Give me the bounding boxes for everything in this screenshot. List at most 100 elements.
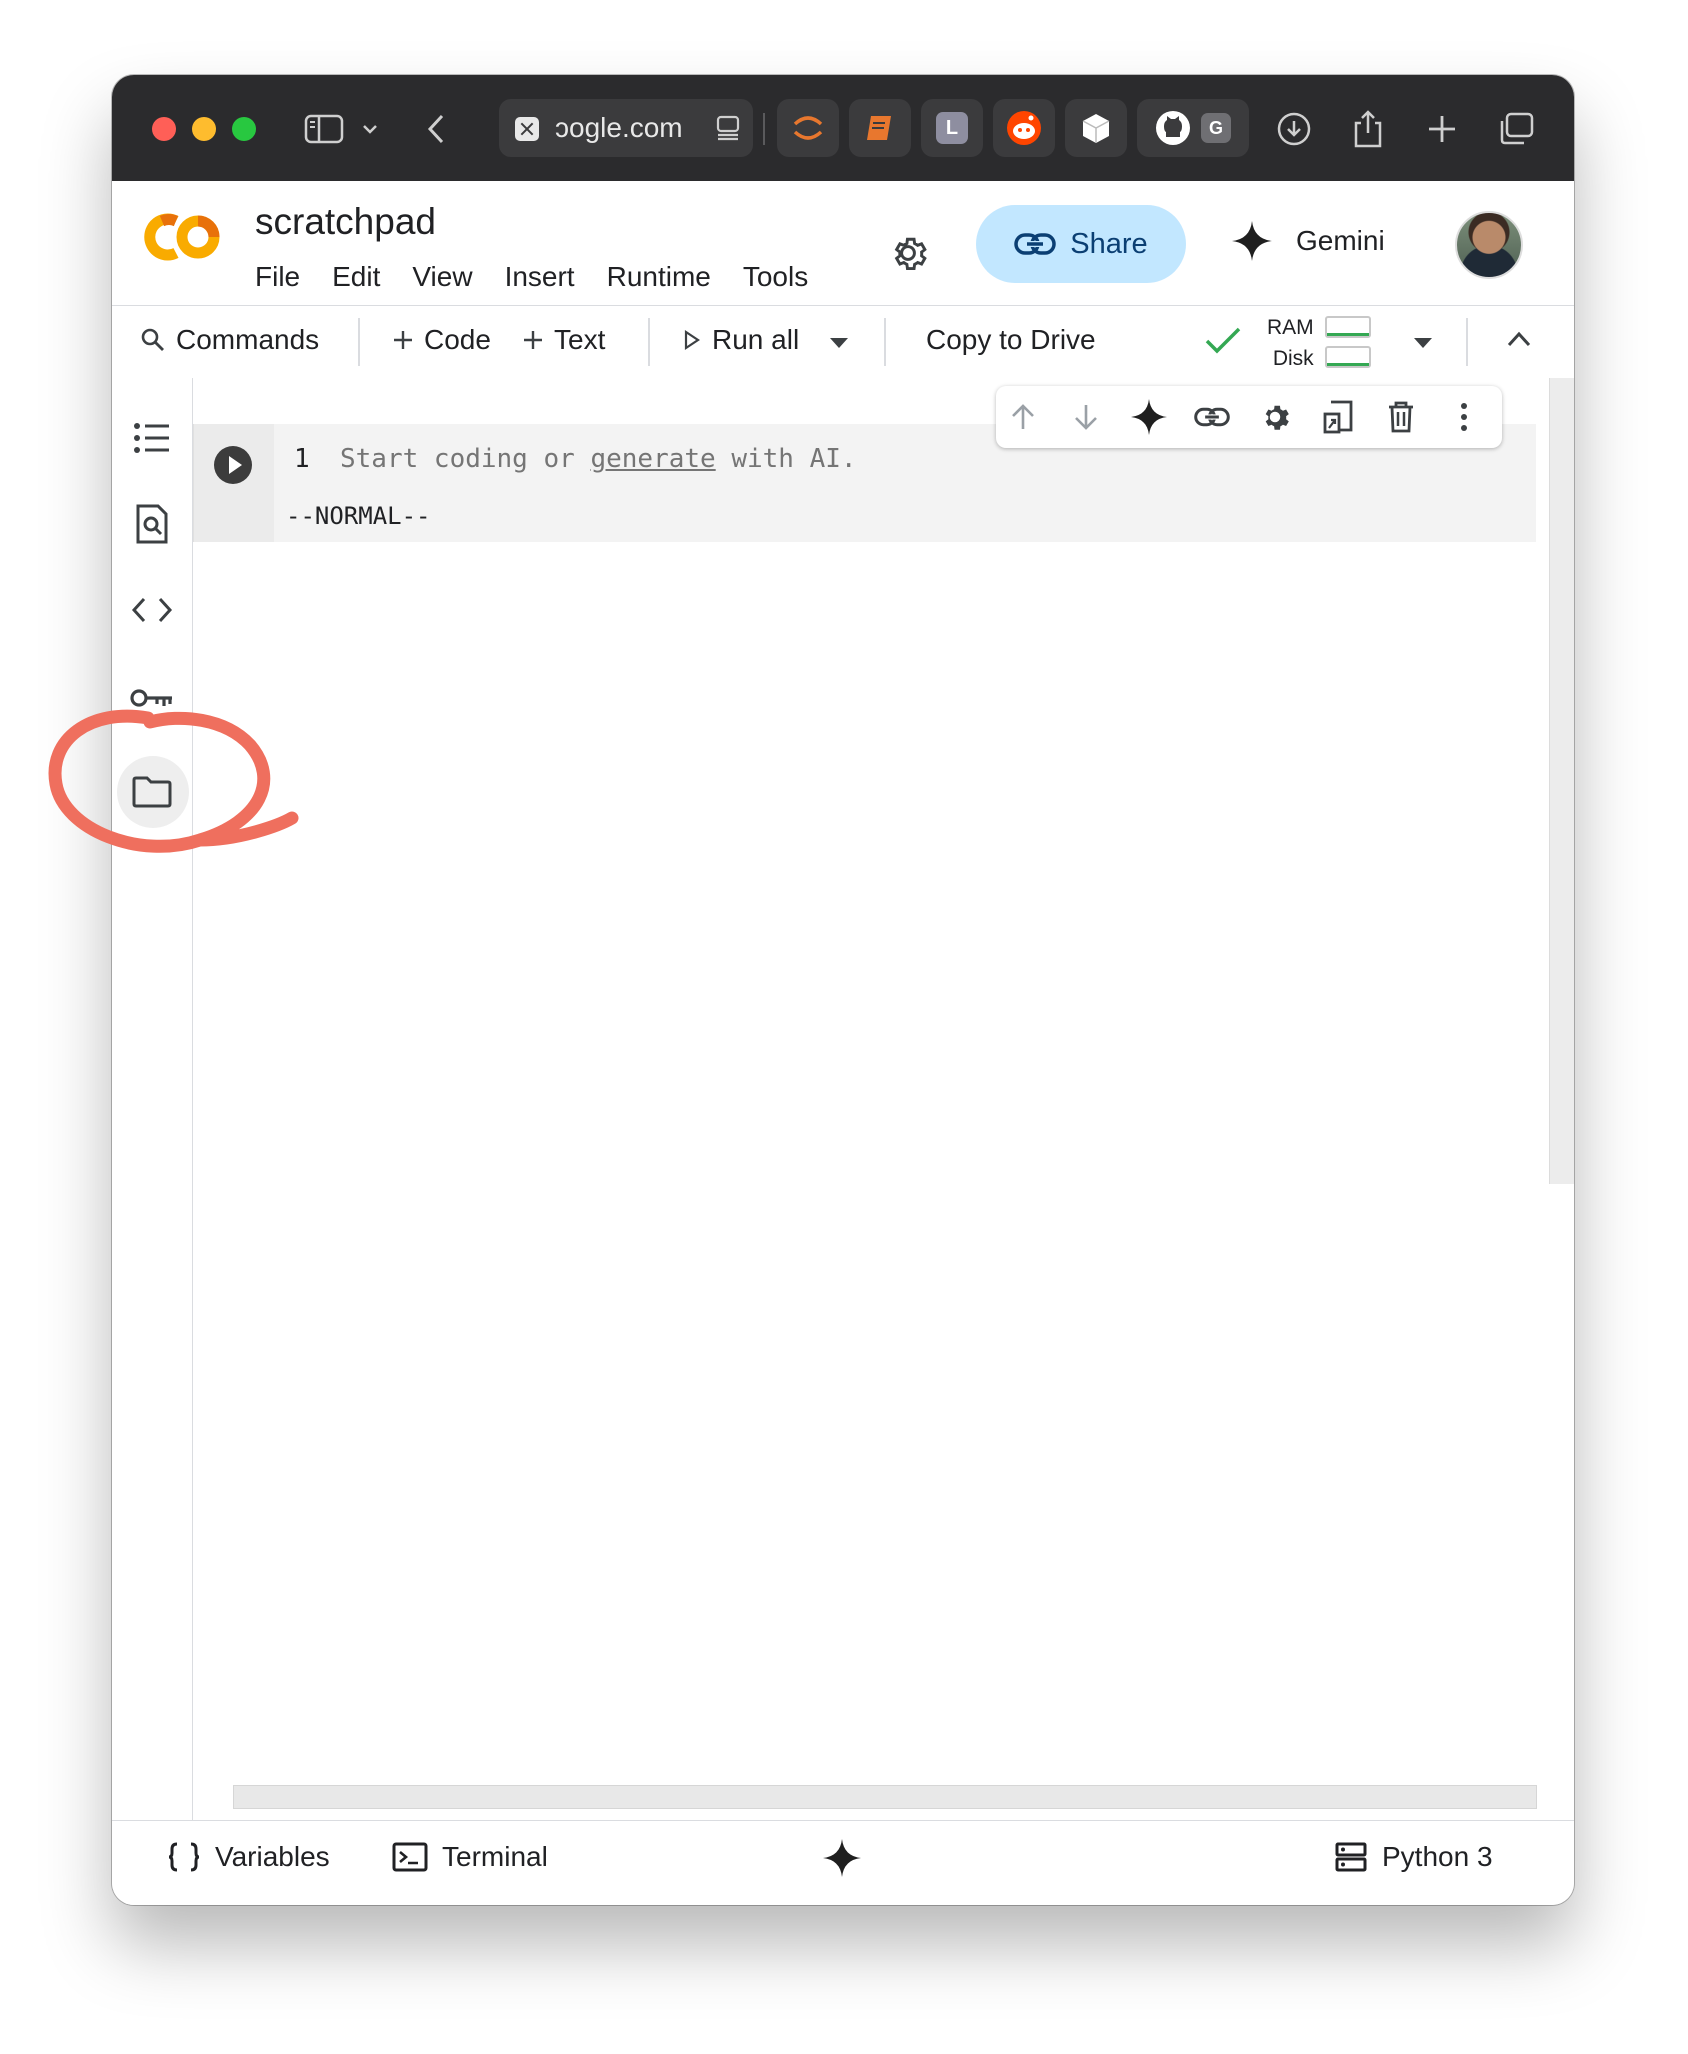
sidebar-item-code-snippets[interactable] <box>128 586 176 634</box>
terminal-button[interactable]: Terminal <box>392 1841 548 1873</box>
sidebar-item-table-of-contents[interactable] <box>128 414 176 462</box>
vim-mode-indicator: --NORMAL-- <box>286 502 431 530</box>
cube-icon <box>1082 114 1110 143</box>
site-favicon-icon <box>515 117 539 141</box>
notebook-content: 1 Start coding or generate with AI. --NO… <box>193 378 1574 1820</box>
gemini-sparkle-icon <box>1232 221 1272 261</box>
search-icon <box>141 328 164 351</box>
tab-book[interactable] <box>849 99 911 157</box>
move-cell-up-button[interactable] <box>1002 396 1044 438</box>
runtime-dropdown-icon[interactable] <box>1412 336 1434 350</box>
toolbar-divider <box>358 318 360 366</box>
sidebar-item-files[interactable] <box>128 768 176 816</box>
ram-meter[interactable] <box>1325 316 1371 338</box>
run-all-dropdown-icon[interactable] <box>828 336 850 350</box>
minimize-window-button[interactable] <box>192 117 216 141</box>
browser-toolbar: ɔogle.com L G <box>112 75 1574 181</box>
disk-label: Disk <box>1272 347 1314 370</box>
tab-github[interactable]: G <box>1137 99 1249 157</box>
add-code-button[interactable]: Code <box>392 324 491 356</box>
sidebar-item-find-replace[interactable] <box>128 500 176 548</box>
arrow-up-icon <box>1012 404 1034 429</box>
placeholder-text: Start coding or <box>340 444 591 474</box>
tab-separator <box>763 113 765 145</box>
runtime-indicator[interactable]: Python 3 <box>1334 1841 1493 1873</box>
downloads-icon[interactable] <box>1270 105 1318 153</box>
toolbar-divider <box>884 318 886 366</box>
trash-icon <box>1389 401 1413 433</box>
tab-letter-l[interactable]: L <box>921 99 983 157</box>
run-all-button[interactable]: Run all <box>682 324 799 356</box>
tab-orange-arc[interactable] <box>777 99 839 157</box>
address-bar[interactable]: ɔogle.com <box>499 99 753 157</box>
generate-link[interactable]: generate <box>590 444 715 474</box>
cell-settings-button[interactable] <box>1254 396 1296 438</box>
back-icon[interactable] <box>412 105 460 153</box>
move-cell-down-button[interactable] <box>1065 396 1107 438</box>
menu-insert[interactable]: Insert <box>505 261 575 293</box>
copy-to-drive-button[interactable]: Copy to Drive <box>926 324 1096 356</box>
tab-cube[interactable] <box>1065 99 1127 157</box>
url-text: ɔogle.com <box>555 112 683 143</box>
tab-reddit[interactable] <box>993 99 1055 157</box>
horizontal-scrollbar[interactable] <box>233 1785 1537 1809</box>
settings-gear-icon[interactable] <box>886 231 930 280</box>
share-label: Share <box>1070 227 1148 260</box>
plus-icon <box>394 331 412 349</box>
ai-assist-button[interactable] <box>1128 396 1170 438</box>
run-all-label: Run all <box>712 324 800 355</box>
avatar[interactable] <box>1455 211 1523 279</box>
github-icon <box>1156 111 1190 145</box>
placeholder-text-end: with AI. <box>715 444 857 474</box>
line-number: 1 <box>294 444 310 474</box>
run-cell-button[interactable] <box>214 446 252 484</box>
vertical-scrollbar[interactable] <box>1549 378 1574 1184</box>
sparkle-icon <box>823 1839 861 1877</box>
orange-arc-icon <box>793 116 823 140</box>
mirror-cell-button[interactable] <box>1317 396 1359 438</box>
zoom-window-button[interactable] <box>232 117 256 141</box>
gemini-button[interactable]: Gemini <box>1232 221 1385 261</box>
variables-label: Variables <box>215 1841 330 1872</box>
add-code-label: Code <box>424 324 491 355</box>
notebook-title[interactable]: scratchpad <box>255 201 436 243</box>
reader-icon[interactable] <box>715 115 741 146</box>
collapse-header-icon[interactable] <box>1506 330 1532 348</box>
chevron-down-icon[interactable] <box>355 105 385 153</box>
new-tab-icon[interactable] <box>1418 105 1466 153</box>
sparkle-icon <box>1131 399 1167 435</box>
share-sheet-icon[interactable] <box>1344 105 1392 153</box>
menu-view[interactable]: View <box>412 261 472 293</box>
link-icon <box>1194 407 1230 427</box>
gemini-statusbar-button[interactable] <box>823 1839 861 1877</box>
browser-window: ɔogle.com L G scratchpad File Edit View … <box>112 75 1574 1905</box>
code-icon <box>131 597 173 623</box>
menu-file[interactable]: File <box>255 261 300 293</box>
search-document-icon <box>136 504 168 544</box>
commands-button[interactable]: Commands <box>140 324 319 356</box>
menu-tools[interactable]: Tools <box>743 261 808 293</box>
mirror-cell-icon <box>1323 400 1353 434</box>
more-options-button[interactable] <box>1443 396 1485 438</box>
reddit-icon <box>1007 111 1041 145</box>
tab-overview-icon[interactable] <box>1492 105 1540 153</box>
list-icon <box>134 423 169 453</box>
add-text-button[interactable]: Text <box>522 324 605 356</box>
copy-to-drive-label: Copy to Drive <box>926 324 1096 355</box>
menu-runtime[interactable]: Runtime <box>607 261 711 293</box>
copy-link-button[interactable] <box>1191 396 1233 438</box>
toolbar-divider <box>648 318 650 366</box>
disk-meter[interactable] <box>1325 346 1371 368</box>
close-window-button[interactable] <box>152 117 176 141</box>
colab-logo-icon[interactable] <box>140 211 224 268</box>
sidebar-item-secrets[interactable] <box>128 674 176 722</box>
share-button[interactable]: Share <box>976 205 1186 283</box>
variables-button[interactable]: Variables <box>167 1841 330 1873</box>
code-editor[interactable]: Start coding or generate with AI. <box>340 444 857 474</box>
menu-edit[interactable]: Edit <box>332 261 380 293</box>
letter-g-icon: G <box>1201 113 1231 143</box>
delete-cell-button[interactable] <box>1380 396 1422 438</box>
gemini-label: Gemini <box>1296 225 1385 256</box>
sidebar-toggle-icon[interactable] <box>300 105 348 153</box>
gear-icon <box>1265 405 1289 430</box>
